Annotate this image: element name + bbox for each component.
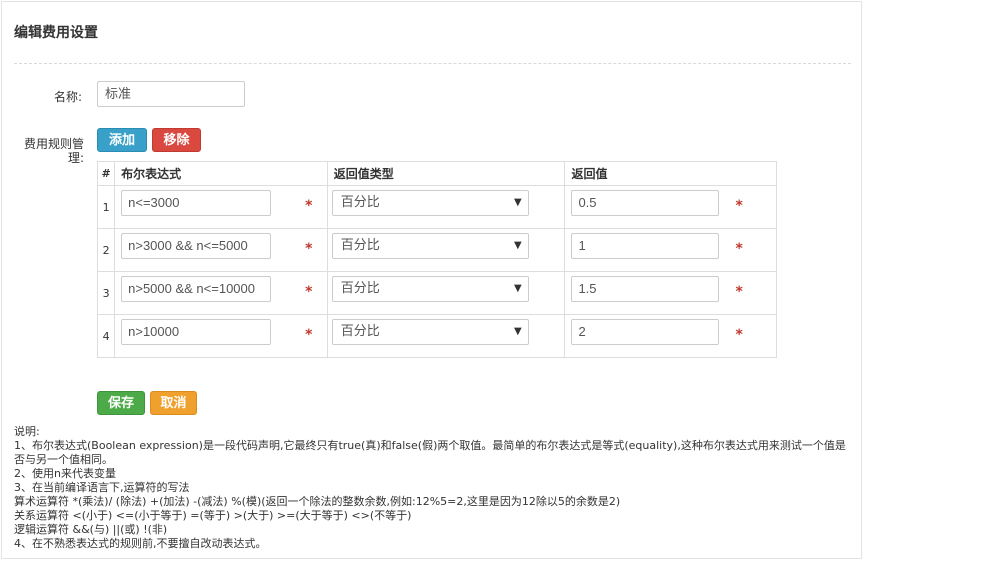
cancel-button[interactable]: 取消 xyxy=(150,391,197,415)
expression-cell: n>10000 * xyxy=(114,314,328,358)
notes-line: 关系运算符 <(小于) <=(小于等于) =(等于) >(大于) >=(大于等于… xyxy=(14,509,412,522)
notes-heading: 说明: xyxy=(14,425,40,438)
expression-input[interactable]: n>3000 && n<=5000 xyxy=(121,233,272,259)
fee-rules-table: # 布尔表达式 返回值类型 返回值 1 n<=3000 * 百分比 ▼ 0.5 … xyxy=(96,161,777,358)
return-type-value: 百分比 xyxy=(340,195,380,210)
expression-input[interactable]: n<=3000 xyxy=(121,190,272,216)
dropdown-arrow-icon: ▼ xyxy=(513,240,522,251)
column-header-expression: 布尔表达式 xyxy=(114,161,328,186)
table-row: 2 n>3000 && n<=5000 * 百分比 ▼ 1 * xyxy=(96,228,777,272)
return-value-cell: 0.5 * xyxy=(564,185,777,229)
return-type-value: 百分比 xyxy=(340,324,380,339)
row-index: 1 xyxy=(96,185,116,229)
title-divider xyxy=(14,63,851,64)
return-type-cell: 百分比 ▼ xyxy=(326,314,566,358)
fee-rules-label: 费用规则管理: xyxy=(23,137,84,165)
table-row: 3 n>5000 && n<=10000 * 百分比 ▼ 1.5 * xyxy=(96,271,777,315)
return-value-cell: 2 * xyxy=(564,314,777,358)
return-type-select[interactable]: 百分比 ▼ xyxy=(331,233,529,259)
return-value-input[interactable]: 1 xyxy=(571,233,720,259)
return-value-cell: 1 * xyxy=(564,228,777,272)
row-index: 3 xyxy=(96,271,116,315)
edit-fee-settings-panel: 编辑费用设置 名称: 标准 费用规则管理: 添加 移除 # 布尔表达式 返回值类… xyxy=(1,1,862,559)
expression-cell: n>3000 && n<=5000 * xyxy=(114,228,328,272)
row-index: 4 xyxy=(96,314,116,358)
notes-line: 逻辑运算符 &&(与) ||(或) !(非) xyxy=(14,523,168,536)
table-row: 4 n>10000 * 百分比 ▼ 2 * xyxy=(96,314,777,358)
required-mark: * xyxy=(735,327,743,343)
table-header-row: # 布尔表达式 返回值类型 返回值 xyxy=(96,161,777,186)
dropdown-arrow-icon: ▼ xyxy=(513,197,522,208)
column-header-index: # xyxy=(96,161,116,186)
notes-line: 1、布尔表达式(Boolean expression)是一段代码声明,它最终只有… xyxy=(14,439,846,466)
required-mark: * xyxy=(735,241,743,257)
expression-input[interactable]: n>10000 xyxy=(121,319,272,345)
required-mark: * xyxy=(305,327,313,343)
return-type-select[interactable]: 百分比 ▼ xyxy=(331,190,529,216)
dropdown-arrow-icon: ▼ xyxy=(513,283,522,294)
dropdown-arrow-icon: ▼ xyxy=(513,326,522,337)
return-type-cell: 百分比 ▼ xyxy=(326,271,566,315)
return-type-value: 百分比 xyxy=(340,238,380,253)
expression-input[interactable]: n>5000 && n<=10000 xyxy=(121,276,272,302)
return-type-cell: 百分比 ▼ xyxy=(326,228,566,272)
notes-line: 3、在当前编译语言下,运算符的写法 xyxy=(14,481,190,494)
column-header-return-type: 返回值类型 xyxy=(326,161,566,186)
return-type-cell: 百分比 ▼ xyxy=(326,185,566,229)
required-mark: * xyxy=(735,198,743,214)
required-mark: * xyxy=(305,284,313,300)
table-row: 1 n<=3000 * 百分比 ▼ 0.5 * xyxy=(96,185,777,229)
required-mark: * xyxy=(305,241,313,257)
return-type-select[interactable]: 百分比 ▼ xyxy=(331,319,529,345)
notes-line: 4、在不熟悉表达式的规则前,不要擅自改动表达式。 xyxy=(14,537,267,550)
expression-cell: n<=3000 * xyxy=(114,185,328,229)
required-mark: * xyxy=(735,284,743,300)
remove-rule-button[interactable]: 移除 xyxy=(152,128,201,152)
return-value-input[interactable]: 1.5 xyxy=(571,276,720,302)
save-button[interactable]: 保存 xyxy=(97,391,145,415)
name-label: 名称: xyxy=(53,90,82,104)
notes-line: 2、使用n来代表变量 xyxy=(14,467,116,480)
help-notes: 说明: 1、布尔表达式(Boolean expression)是一段代码声明,它… xyxy=(14,425,854,551)
page-title: 编辑费用设置 xyxy=(14,25,98,41)
return-value-cell: 1.5 * xyxy=(564,271,777,315)
return-type-value: 百分比 xyxy=(340,281,380,296)
required-mark: * xyxy=(305,198,313,214)
return-value-input[interactable]: 0.5 xyxy=(571,190,720,216)
notes-line: 算术运算符 *(乘法)/ (除法) +(加法) -(减法) %(模)(返回一个除… xyxy=(14,495,621,508)
row-index: 2 xyxy=(96,228,116,272)
expression-cell: n>5000 && n<=10000 * xyxy=(114,271,328,315)
name-input[interactable]: 标准 xyxy=(97,81,245,107)
return-value-input[interactable]: 2 xyxy=(571,319,720,345)
column-header-return-value: 返回值 xyxy=(564,161,777,186)
return-type-select[interactable]: 百分比 ▼ xyxy=(331,276,529,302)
add-rule-button[interactable]: 添加 xyxy=(97,128,147,152)
